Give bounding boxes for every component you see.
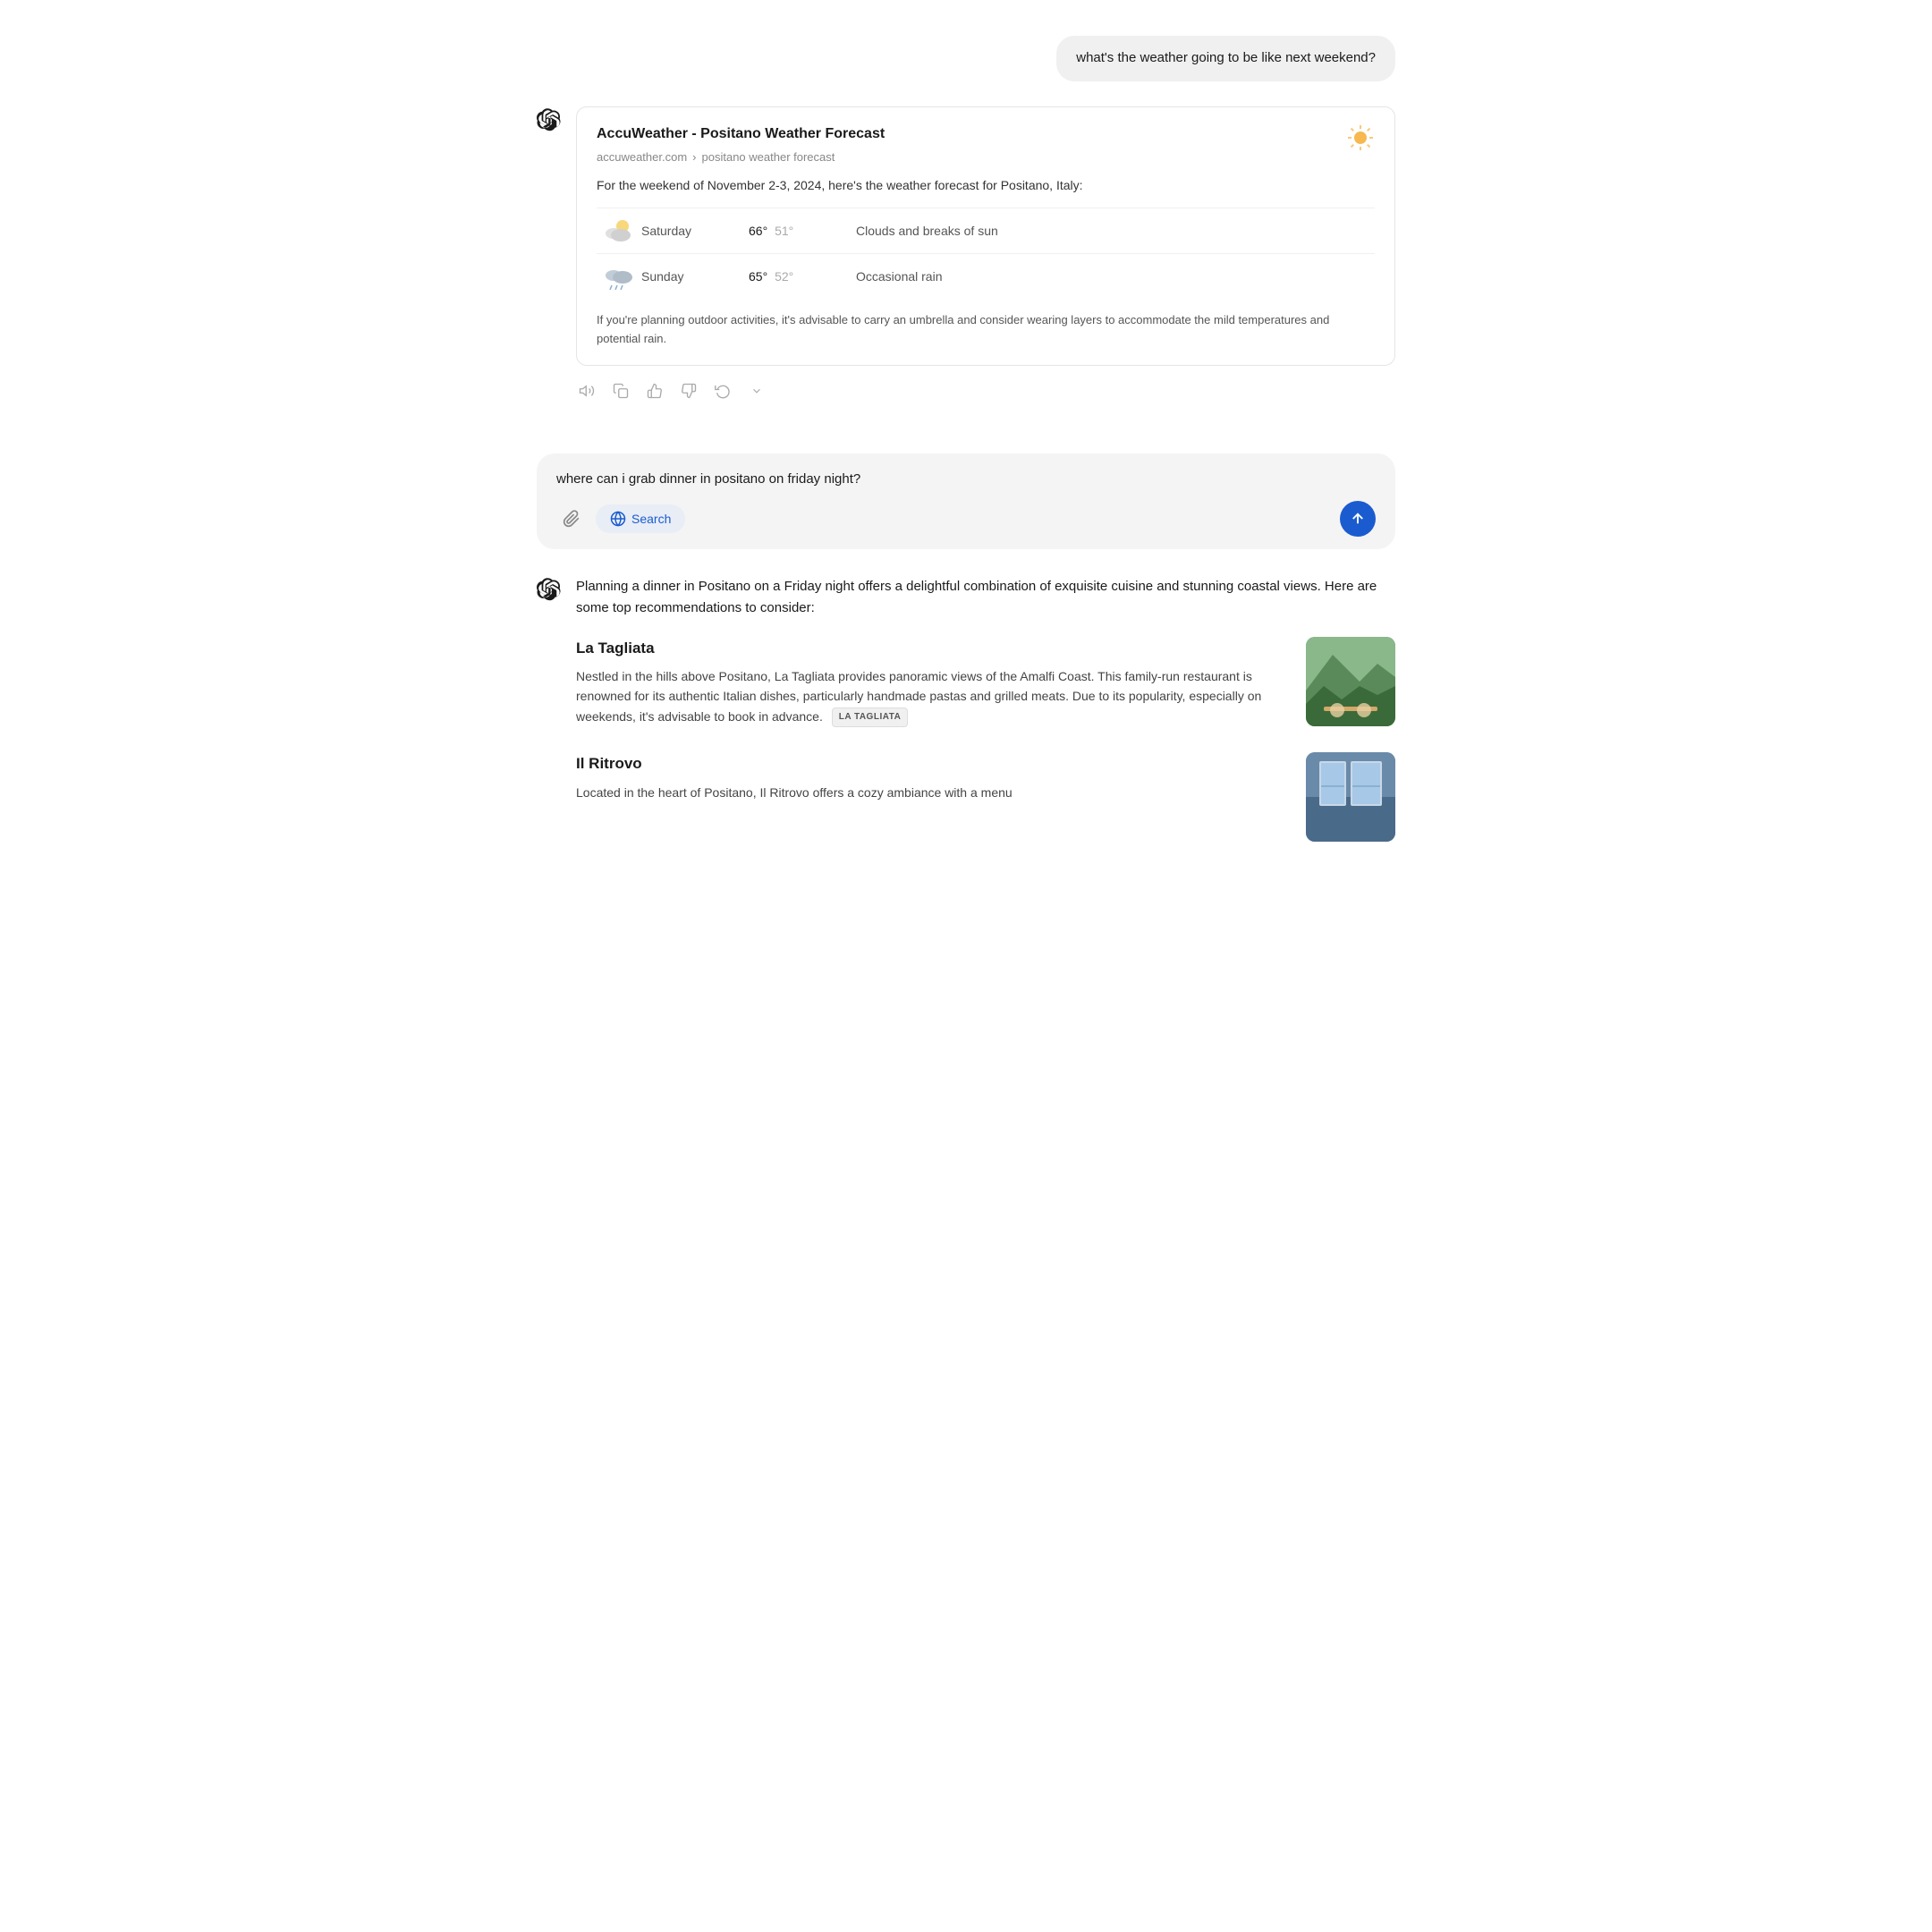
restaurant-desc-1: Nestled in the hills above Positano, La … [576, 666, 1288, 727]
saturday-day: Saturday [641, 222, 749, 241]
assistant-content-2: Planning a dinner in Positano on a Frida… [576, 576, 1395, 868]
send-button[interactable] [1340, 501, 1376, 537]
input-area[interactable]: where can i grab dinner in positano on f… [537, 453, 1395, 549]
assistant-content-1: AccuWeather - Positano Weather Forecast … [576, 106, 1395, 402]
speaker-icon[interactable] [576, 380, 597, 402]
restaurant-header-1: La Tagliata Nestled in the hills above P… [576, 637, 1395, 728]
source-title: AccuWeather - Positano Weather Forecast [597, 123, 1375, 145]
breadcrumb-page[interactable]: positano weather forecast [702, 148, 835, 166]
restaurant-image-1 [1306, 637, 1395, 726]
sunday-desc: Occasional rain [856, 267, 1375, 286]
search-label: Search [631, 512, 671, 526]
chat-container: what's the weather going to be like next… [537, 36, 1395, 892]
sunday-icon [597, 263, 641, 290]
assistant-message-1: AccuWeather - Positano Weather Forecast … [537, 106, 1395, 402]
restaurant-desc-2: Located in the heart of Positano, Il Rit… [576, 783, 1288, 802]
source-breadcrumb[interactable]: accuweather.com › positano weather forec… [597, 148, 1375, 166]
user-message-1: what's the weather going to be like next… [537, 36, 1395, 81]
restaurant-info-1: La Tagliata Nestled in the hills above P… [576, 637, 1288, 728]
source-card: AccuWeather - Positano Weather Forecast … [576, 106, 1395, 366]
thumbs-down-icon[interactable] [678, 380, 699, 402]
user-bubble-1: what's the weather going to be like next… [1056, 36, 1395, 81]
saturday-temps: 66° 51° [749, 222, 856, 241]
assistant-message-2: Planning a dinner in Positano on a Frida… [537, 576, 1395, 868]
user-text-1: what's the weather going to be like next… [1076, 50, 1376, 65]
restaurant-name-1: La Tagliata [576, 637, 1288, 660]
chevron-down-icon[interactable] [746, 380, 767, 402]
restaurant-header-2: Il Ritrovo Located in the heart of Posit… [576, 752, 1395, 842]
input-left: Search [556, 504, 685, 534]
search-button[interactable]: Search [596, 504, 685, 533]
input-text[interactable]: where can i grab dinner in positano on f… [556, 470, 1376, 488]
sunday-day: Sunday [641, 267, 749, 286]
saturday-desc: Clouds and breaks of sun [856, 222, 1375, 241]
restaurant-card-la-tagliata: La Tagliata Nestled in the hills above P… [576, 637, 1395, 728]
sunday-high: 65° [749, 269, 767, 284]
breadcrumb-domain[interactable]: accuweather.com [597, 148, 687, 166]
restaurant-card-il-ritrovo: Il Ritrovo Located in the heart of Posit… [576, 752, 1395, 842]
restaurant-tag-1: LA TAGLIATA [832, 708, 909, 727]
restaurant-info-2: Il Ritrovo Located in the heart of Posit… [576, 752, 1288, 802]
globe-icon [610, 511, 626, 527]
sunday-temps: 65° 52° [749, 267, 856, 286]
thumbs-up-icon[interactable] [644, 380, 665, 402]
breadcrumb-arrow: › [692, 148, 696, 166]
restaurant-name-2: Il Ritrovo [576, 752, 1288, 775]
saturday-high: 66° [749, 224, 767, 238]
input-toolbar: Search [556, 501, 1376, 537]
refresh-icon[interactable] [712, 380, 733, 402]
weather-row-sunday: Sunday 65° 52° Occasional rain [597, 253, 1375, 299]
attach-button[interactable] [556, 504, 587, 534]
restaurant-image-2 [1306, 752, 1395, 842]
source-footer: If you're planning outdoor activities, i… [597, 311, 1375, 349]
openai-avatar-2 [537, 578, 562, 603]
openai-avatar-1 [537, 108, 562, 133]
copy-icon[interactable] [610, 380, 631, 402]
source-intro: For the weekend of November 2-3, 2024, h… [597, 176, 1375, 195]
weather-row-saturday: Saturday 66° 51° Clouds and breaks of su… [597, 208, 1375, 253]
response-2-intro: Planning a dinner in Positano on a Frida… [576, 576, 1395, 619]
sunday-low: 52° [775, 269, 793, 284]
action-row [576, 380, 1395, 402]
saturday-low: 51° [775, 224, 793, 238]
saturday-icon [597, 217, 641, 244]
sun-icon [1346, 123, 1375, 152]
